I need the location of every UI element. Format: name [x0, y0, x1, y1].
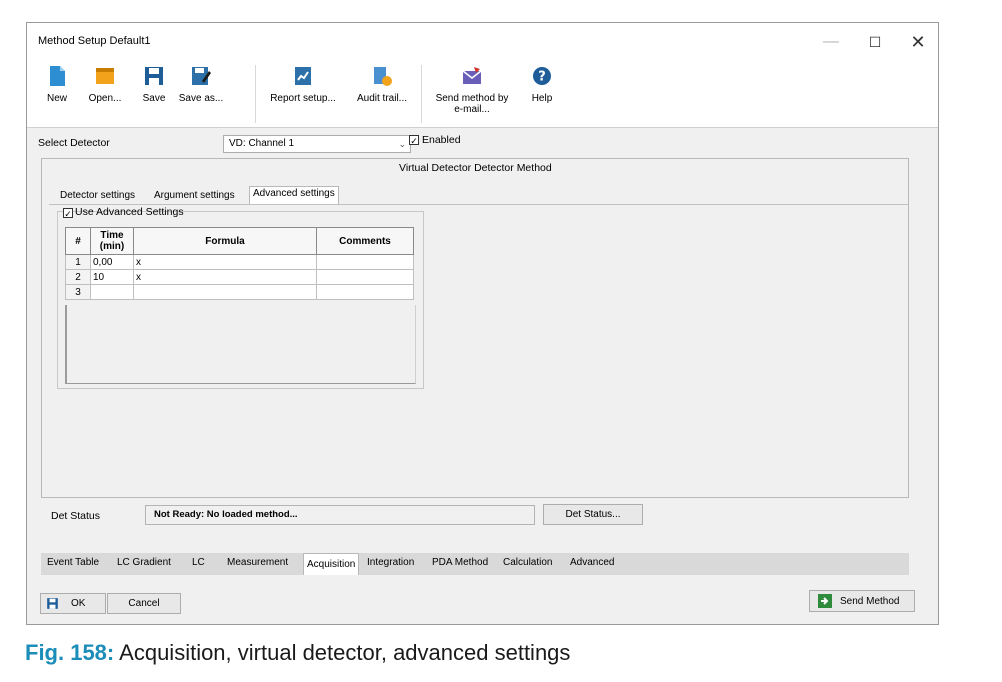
- report-setup-label: Report setup...: [270, 93, 336, 104]
- table-empty-area: [65, 305, 416, 384]
- new-button[interactable]: New: [37, 61, 77, 127]
- save-icon: [145, 67, 163, 85]
- title-bar: Method Setup Default1 — ☐ ✕: [27, 23, 938, 61]
- bottom-tab-strip: Event Table LC Gradient LC Measurement A…: [41, 553, 909, 575]
- enabled-label: Enabled: [422, 134, 461, 146]
- send-method-button[interactable]: Send Method: [809, 590, 915, 612]
- column-header-num: #: [65, 227, 91, 255]
- ok-label: OK: [71, 598, 86, 609]
- audit-trail-icon: [374, 67, 392, 86]
- maximize-button[interactable]: ☐: [857, 29, 893, 55]
- save-as-icon: [192, 67, 211, 85]
- tab-lc-gradient[interactable]: LC Gradient: [117, 557, 171, 568]
- send-method-label: Send Method: [840, 596, 900, 607]
- save-icon: [47, 598, 58, 609]
- send-email-button[interactable]: Send method by e-mail...: [431, 61, 513, 127]
- minimize-button[interactable]: —: [813, 29, 849, 55]
- use-advanced-checkbox[interactable]: ✓: [63, 208, 73, 219]
- comments-cell[interactable]: [316, 269, 414, 285]
- comments-cell[interactable]: [316, 284, 414, 300]
- help-label: Help: [531, 93, 553, 104]
- time-cell[interactable]: 10: [90, 269, 134, 285]
- method-setup-window: Method Setup Default1 — ☐ ✕ New Open... …: [26, 22, 939, 625]
- save-button[interactable]: Save: [139, 61, 169, 127]
- table-row: 3: [65, 284, 414, 300]
- column-header-time: Time (min): [90, 227, 134, 255]
- tab-lc[interactable]: LC: [192, 557, 205, 568]
- table-row: 1 0,00 x: [65, 254, 414, 270]
- detector-select[interactable]: VD: Channel 1 ⌄: [223, 135, 411, 153]
- send-email-label: Send method by e-mail...: [435, 93, 509, 115]
- new-label: New: [46, 93, 67, 104]
- open-button[interactable]: Open...: [83, 61, 127, 127]
- cancel-button[interactable]: Cancel: [107, 593, 181, 614]
- help-icon: ?: [533, 67, 551, 85]
- open-label: Open...: [88, 93, 122, 104]
- tab-integration[interactable]: Integration: [367, 557, 414, 568]
- detector-select-value: VD: Channel 1: [229, 138, 295, 149]
- tab-acquisition[interactable]: Acquisition: [303, 553, 360, 575]
- row-number: 1: [65, 254, 91, 270]
- audit-trail-button[interactable]: Audit trail...: [349, 61, 415, 127]
- time-unit-label: (min): [99, 241, 125, 252]
- time-cell[interactable]: [90, 284, 134, 300]
- send-arrow-icon: [818, 594, 832, 608]
- save-as-label: Save as...: [178, 93, 224, 104]
- row-number: 2: [65, 269, 91, 285]
- panel-heading: Virtual Detector Detector Method: [399, 162, 552, 174]
- figure-caption: Fig. 158: Acquisition, virtual detector,…: [25, 640, 570, 666]
- tab-pda-method[interactable]: PDA Method: [432, 557, 488, 568]
- new-file-icon: [50, 66, 65, 86]
- toolbar: New Open... Save Save as... Report setup…: [27, 61, 938, 128]
- row-number: 3: [65, 284, 91, 300]
- formula-cell[interactable]: x: [133, 254, 317, 270]
- table-header-row: # Time (min) Formula Comments: [65, 227, 414, 255]
- tab-measurement[interactable]: Measurement: [227, 557, 288, 568]
- formula-cell[interactable]: x: [133, 269, 317, 285]
- report-icon: [295, 67, 311, 85]
- det-status-value: Not Ready: No loaded method...: [145, 505, 535, 525]
- tab-advanced[interactable]: Advanced: [570, 557, 614, 568]
- figure-caption-text: Acquisition, virtual detector, advanced …: [119, 640, 571, 665]
- audit-trail-label: Audit trail...: [356, 93, 408, 104]
- formula-cell[interactable]: [133, 284, 317, 300]
- comments-cell[interactable]: [316, 254, 414, 270]
- ok-button[interactable]: OK: [40, 593, 106, 614]
- chevron-down-icon: ⌄: [398, 139, 406, 149]
- time-header-label: Time: [100, 230, 124, 241]
- toolbar-separator: [421, 65, 422, 123]
- det-status-label: Det Status: [51, 510, 101, 522]
- toolbar-separator: [255, 65, 256, 123]
- column-header-formula: Formula: [133, 227, 317, 255]
- tab-calculation[interactable]: Calculation: [503, 557, 552, 568]
- report-setup-button[interactable]: Report setup...: [265, 61, 341, 127]
- use-advanced-label: Use Advanced Settings: [75, 206, 184, 218]
- figure-number: Fig. 158:: [25, 640, 115, 665]
- save-label: Save: [142, 93, 166, 104]
- folder-icon: [96, 68, 114, 84]
- tab-detector-settings[interactable]: Detector settings: [57, 189, 138, 204]
- time-cell[interactable]: 0,00: [90, 254, 134, 270]
- formula-table: # Time (min) Formula Comments 1 0,00 x 2 …: [65, 227, 414, 300]
- tab-advanced-settings[interactable]: Advanced settings: [249, 186, 339, 205]
- tab-panel-border: [49, 204, 908, 205]
- table-row: 2 10 x: [65, 269, 414, 285]
- select-detector-label: Select Detector: [38, 137, 110, 149]
- svg-text:?: ?: [538, 70, 546, 85]
- column-header-comments: Comments: [316, 227, 414, 255]
- window-title: Method Setup Default1: [38, 35, 151, 47]
- email-icon: [462, 67, 482, 84]
- close-button[interactable]: ✕: [900, 29, 936, 55]
- save-as-button[interactable]: Save as...: [177, 61, 225, 127]
- det-status-button[interactable]: Det Status...: [543, 504, 643, 525]
- tab-argument-settings[interactable]: Argument settings: [151, 189, 238, 204]
- enabled-checkbox[interactable]: ✓: [409, 135, 419, 146]
- tab-event-table[interactable]: Event Table: [47, 557, 99, 568]
- help-button[interactable]: ? Help: [527, 61, 557, 127]
